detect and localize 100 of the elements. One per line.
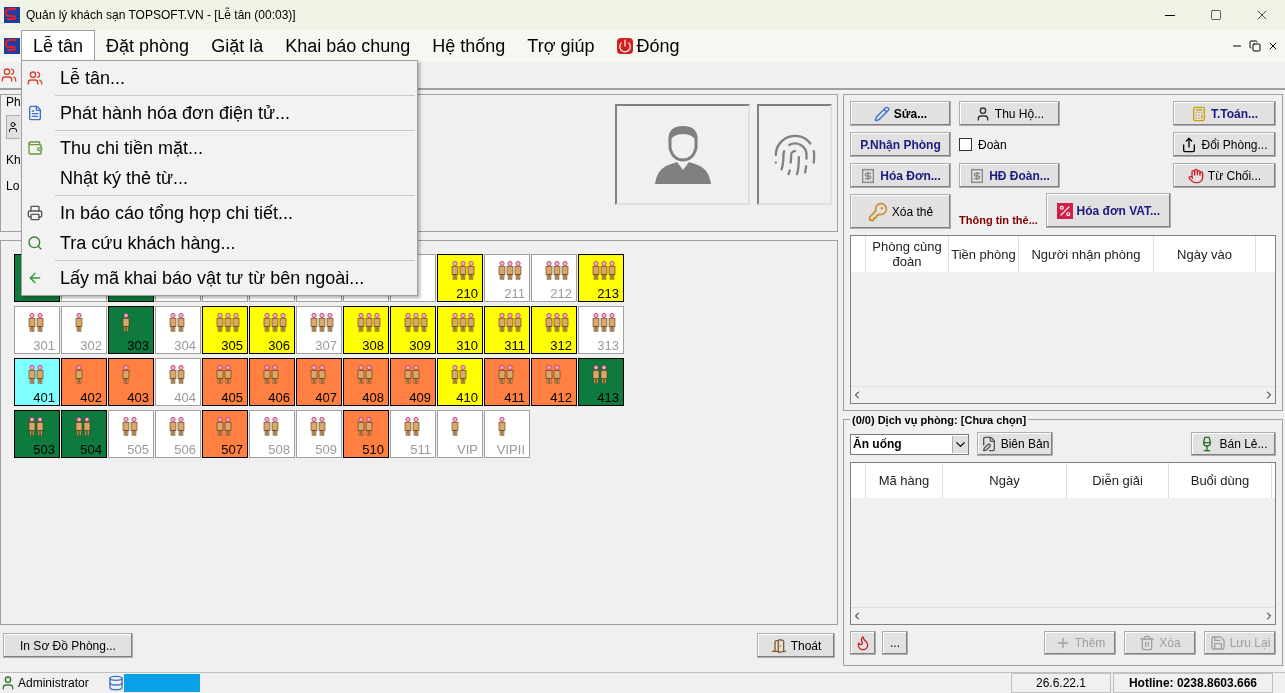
people-icon[interactable] (1, 67, 17, 83)
room-number: VIPII (496, 443, 525, 456)
room-number: 510 (362, 443, 384, 456)
group-label: Ph (6, 95, 21, 109)
field-label: Kh (6, 152, 21, 169)
room-number: 305 (221, 339, 243, 352)
column-header[interactable]: Tiền phòng (949, 236, 1019, 272)
more-button[interactable]: ... (882, 631, 908, 655)
close-icon[interactable] (1267, 40, 1279, 52)
room-tile[interactable]: 312 (531, 306, 577, 354)
room-tile[interactable]: 411 (484, 358, 530, 406)
column-header[interactable]: Ngày (943, 463, 1067, 498)
room-tile[interactable]: 210 (437, 254, 483, 302)
room-tile[interactable]: 303 (108, 306, 154, 354)
room-tile[interactable]: 409 (390, 358, 436, 406)
room-tile[interactable]: 308 (343, 306, 389, 354)
menu-item[interactable]: Hệ thống (421, 30, 517, 62)
group-invoice-button[interactable]: HĐ Đoàn... (959, 163, 1060, 188)
room-tile[interactable]: 403 (108, 358, 154, 406)
column-header[interactable]: Ngày vào (1154, 236, 1256, 272)
menu-item[interactable]: Đóng (605, 30, 691, 62)
guests-icon (75, 417, 91, 436)
guests-icon (592, 313, 616, 332)
save-icon (1209, 635, 1226, 651)
print-map-button[interactable]: In Sơ Đồ Phòng... (3, 633, 133, 658)
invoice-button[interactable]: Hóa Đơn... (850, 163, 951, 188)
menu-item[interactable]: Đặt phòng (95, 30, 201, 62)
room-tile[interactable]: 310 (437, 306, 483, 354)
vat-invoice-button[interactable]: Hóa đơn VAT... (1045, 193, 1171, 228)
room-number: 505 (127, 443, 149, 456)
column-header[interactable]: Phòng cùng đoàn (866, 236, 949, 272)
change-room-button[interactable]: Đổi Phòng... (1173, 132, 1276, 157)
guests-icon (498, 261, 522, 280)
delete-card-button[interactable]: Xóa thẻ (850, 194, 951, 229)
room-tile[interactable]: 412 (531, 358, 577, 406)
window-title: Quản lý khách sạn TOPSOFT.VN - [Lễ tân (00:03)] (26, 6, 296, 24)
category-dropdown[interactable]: Ăn uống (850, 433, 969, 455)
menu-item[interactable]: Giặt là (200, 30, 275, 62)
menu-item[interactable]: Khai báo chung (274, 30, 422, 62)
room-tile[interactable]: 406 (249, 358, 295, 406)
room-tile[interactable]: 402 (61, 358, 107, 406)
menu-entry[interactable]: Thu chi tiền mặt... (22, 133, 417, 163)
column-header[interactable]: Diễn giải (1067, 463, 1169, 498)
import-icon (27, 270, 43, 286)
room-tile[interactable]: 503 (14, 410, 60, 458)
room-tile[interactable]: 305 (202, 306, 248, 354)
menu-entry[interactable]: Lấy mã khai báo vật tư từ bên ngoài... (22, 263, 417, 293)
room-tile[interactable]: 306 (249, 306, 295, 354)
menu-entry[interactable]: Phát hành hóa đơn điện tử... (22, 98, 417, 128)
room-tile[interactable]: 507 (202, 410, 248, 458)
payment-button[interactable]: T.Toán... (1173, 101, 1276, 126)
report-button[interactable]: Biên Bản (977, 432, 1053, 456)
card-info-link[interactable]: Thông tin thẻ... (959, 211, 1038, 228)
column-header[interactable]: Mã hàng (866, 463, 943, 498)
edit-button[interactable]: Sửa... (850, 101, 951, 126)
guests-icon (216, 417, 232, 436)
room-tile[interactable]: 405 (202, 358, 248, 406)
room-number: 212 (550, 287, 572, 300)
room-number: 309 (409, 339, 431, 352)
room-number: 410 (456, 391, 478, 404)
column-header[interactable]: Buổi dùng (1169, 463, 1272, 498)
menu-entry[interactable]: Tra cứu khách hàng... (22, 228, 417, 258)
room-tile[interactable]: 309 (390, 306, 436, 354)
collect-button[interactable]: Thu Hộ... (959, 101, 1060, 126)
guests-icon (451, 417, 459, 436)
check-in-button[interactable]: P.Nhận Phòng (850, 132, 951, 157)
column-header[interactable]: Người nhận phòng (1019, 236, 1154, 272)
room-tile[interactable]: 401 (14, 358, 60, 406)
menu-item[interactable]: Lễ tân (21, 30, 96, 62)
guests-icon (169, 365, 185, 384)
menu-entry[interactable]: In báo cáo tổng hợp chi tiết... (22, 198, 417, 228)
group-checkbox[interactable] (959, 138, 972, 151)
room-number: 307 (315, 339, 337, 352)
guest-button[interactable] (6, 115, 20, 139)
key-icon (867, 201, 888, 222)
guests-icon (451, 313, 475, 332)
room-tile[interactable]: 413 (578, 358, 624, 406)
percent-icon (1056, 202, 1073, 219)
guests-icon (592, 365, 608, 384)
room-tile[interactable]: 311 (484, 306, 530, 354)
room-tile[interactable]: 407 (296, 358, 342, 406)
room-number: 303 (127, 339, 149, 352)
reject-button[interactable]: Từ Chối... (1173, 163, 1276, 188)
room-tile[interactable]: 408 (343, 358, 389, 406)
guests-icon (122, 365, 130, 384)
restore-icon[interactable] (1249, 40, 1261, 52)
room-tile[interactable]: 504 (61, 410, 107, 458)
exit-button[interactable]: Thoát (757, 633, 835, 658)
room-number: 506 (174, 443, 196, 456)
room-tile[interactable]: 410 (437, 358, 483, 406)
menu-entry[interactable]: Nhật ký thẻ từ... (22, 163, 417, 193)
room-tile[interactable]: 213 (578, 254, 624, 302)
menu-entry[interactable]: Lễ tân... (22, 63, 417, 93)
guests-icon (169, 417, 185, 436)
service-icon-button[interactable] (850, 631, 876, 655)
room-tile[interactable]: 510 (343, 410, 389, 458)
retail-button[interactable]: Bán Lẻ... (1191, 432, 1276, 456)
room-number: 412 (550, 391, 572, 404)
menu-item[interactable]: Trợ giúp (516, 30, 606, 62)
action-label: Thêm (1054, 634, 1106, 652)
